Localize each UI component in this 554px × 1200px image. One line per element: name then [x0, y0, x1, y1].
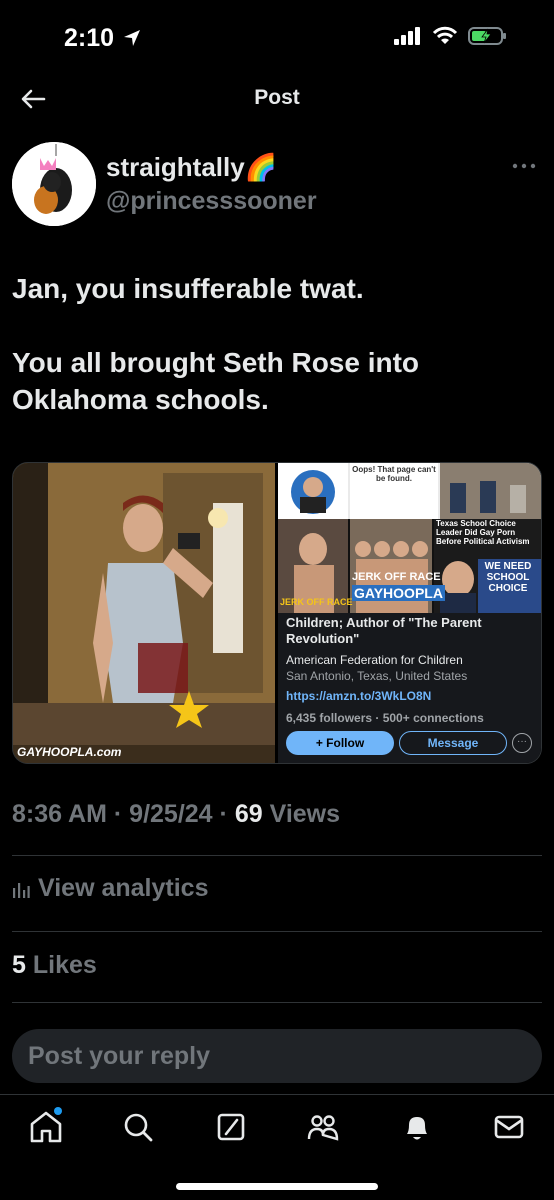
error-page-box: Oops! That page can't be found.: [350, 463, 438, 519]
media-grid: GAYHOOPLA.com Oops! That page can't be f…: [12, 462, 542, 764]
profile-actions: + Follow Message ···: [286, 731, 536, 755]
media-image-right[interactable]: Oops! That page can't be found. Texas Sc…: [278, 463, 541, 763]
collage-middle: Texas School Choice Leader Did Gay Porn …: [278, 519, 541, 613]
analytics-icon: [13, 882, 30, 898]
divider: [12, 931, 542, 932]
label-gayhoopla: GAYHOOPLA: [352, 585, 445, 601]
label-jerk-off-race: JERK OFF RACE: [352, 571, 441, 583]
profile-location: San Antonio, Texas, United States: [286, 669, 468, 683]
views-count: 69: [234, 800, 263, 828]
profile-followers: 6,435 followers · 500+ connections: [286, 711, 484, 725]
meta-separator: ·: [219, 800, 235, 828]
more-icon[interactable]: [510, 158, 538, 174]
status-indicators: [394, 26, 508, 46]
views-label: Views: [269, 800, 341, 828]
label-jerk-off-race-2: JERK OFF RACE: [280, 597, 353, 607]
tweet-text: Jan, you insufferable twat. You all brou…: [12, 270, 532, 455]
status-bar: 2:10: [0, 0, 554, 76]
signal-icon: [394, 27, 420, 45]
battery-charging-icon: [468, 27, 506, 45]
banner-school-choice: WE NEED SCHOOL CHOICE: [484, 561, 532, 594]
avatar[interactable]: [12, 142, 96, 226]
divider: [12, 1002, 542, 1003]
search-icon: [124, 1113, 153, 1142]
profile-link[interactable]: https://amzn.to/3WkLO8N: [286, 689, 536, 703]
tab-grok[interactable]: [211, 1107, 251, 1147]
view-analytics-button[interactable]: View analytics: [12, 874, 208, 903]
tab-notifications[interactable]: [397, 1107, 437, 1147]
likes-label: Likes: [32, 951, 97, 979]
collage-avatar-box: [278, 463, 348, 521]
notifications-icon: [407, 1117, 427, 1140]
divider: [12, 855, 542, 856]
message-button[interactable]: Message: [399, 731, 507, 755]
tab-communities[interactable]: [303, 1107, 343, 1147]
page-title: Post: [254, 86, 300, 109]
grok-icon: [217, 1113, 245, 1141]
tab-search[interactable]: [118, 1107, 158, 1147]
home-notification-dot: [54, 1107, 62, 1115]
likes-number: 5: [12, 951, 26, 979]
tweet-time: 8:36 AM: [12, 800, 107, 828]
tweet-meta: 8:36 AM · 9/25/24 · 69 Views: [12, 800, 340, 829]
author-display-name[interactable]: straightally🌈: [106, 152, 277, 183]
tweet-line: You all brought Seth Rose into Oklahoma …: [12, 347, 420, 415]
tab-messages[interactable]: [489, 1107, 529, 1147]
error-title: Oops! That page can't be found.: [352, 465, 436, 483]
tweet-line: Jan, you insufferable twat.: [12, 273, 364, 304]
headline-text: Texas School Choice Leader Did Gay Porn …: [436, 519, 530, 546]
collage-top: Oops! That page can't be found. Texas Sc…: [278, 463, 541, 613]
collage-photo-meeting: [440, 463, 541, 519]
profile-more-button[interactable]: ···: [512, 733, 532, 753]
profile-card: Children; Author of "The Parent Revoluti…: [286, 615, 536, 755]
profile-org: American Federation for Children: [286, 653, 463, 667]
wifi-icon: [432, 26, 458, 44]
likes-count[interactable]: 5 Likes: [12, 951, 97, 980]
media-watermark: GAYHOOPLA.com: [17, 745, 122, 759]
status-time: 2:10: [64, 24, 115, 52]
author-handle[interactable]: @princesssooner: [106, 187, 317, 216]
tweet-date: 9/25/24: [129, 800, 213, 828]
top-nav: Post: [0, 72, 554, 124]
reply-input[interactable]: Post your reply: [12, 1029, 542, 1083]
tab-home[interactable]: [26, 1107, 66, 1147]
communities-icon: [307, 1115, 339, 1141]
messages-icon: [494, 1115, 524, 1139]
profile-bio: Children; Author of "The Parent Revoluti…: [286, 615, 482, 646]
media-image-left[interactable]: GAYHOOPLA.com: [13, 463, 275, 763]
location-arrow-icon: [124, 30, 140, 46]
meta-separator: ·: [113, 800, 130, 828]
view-analytics-label: View analytics: [38, 874, 209, 902]
follow-button[interactable]: + Follow: [286, 731, 394, 755]
home-indicator[interactable]: [176, 1183, 378, 1190]
